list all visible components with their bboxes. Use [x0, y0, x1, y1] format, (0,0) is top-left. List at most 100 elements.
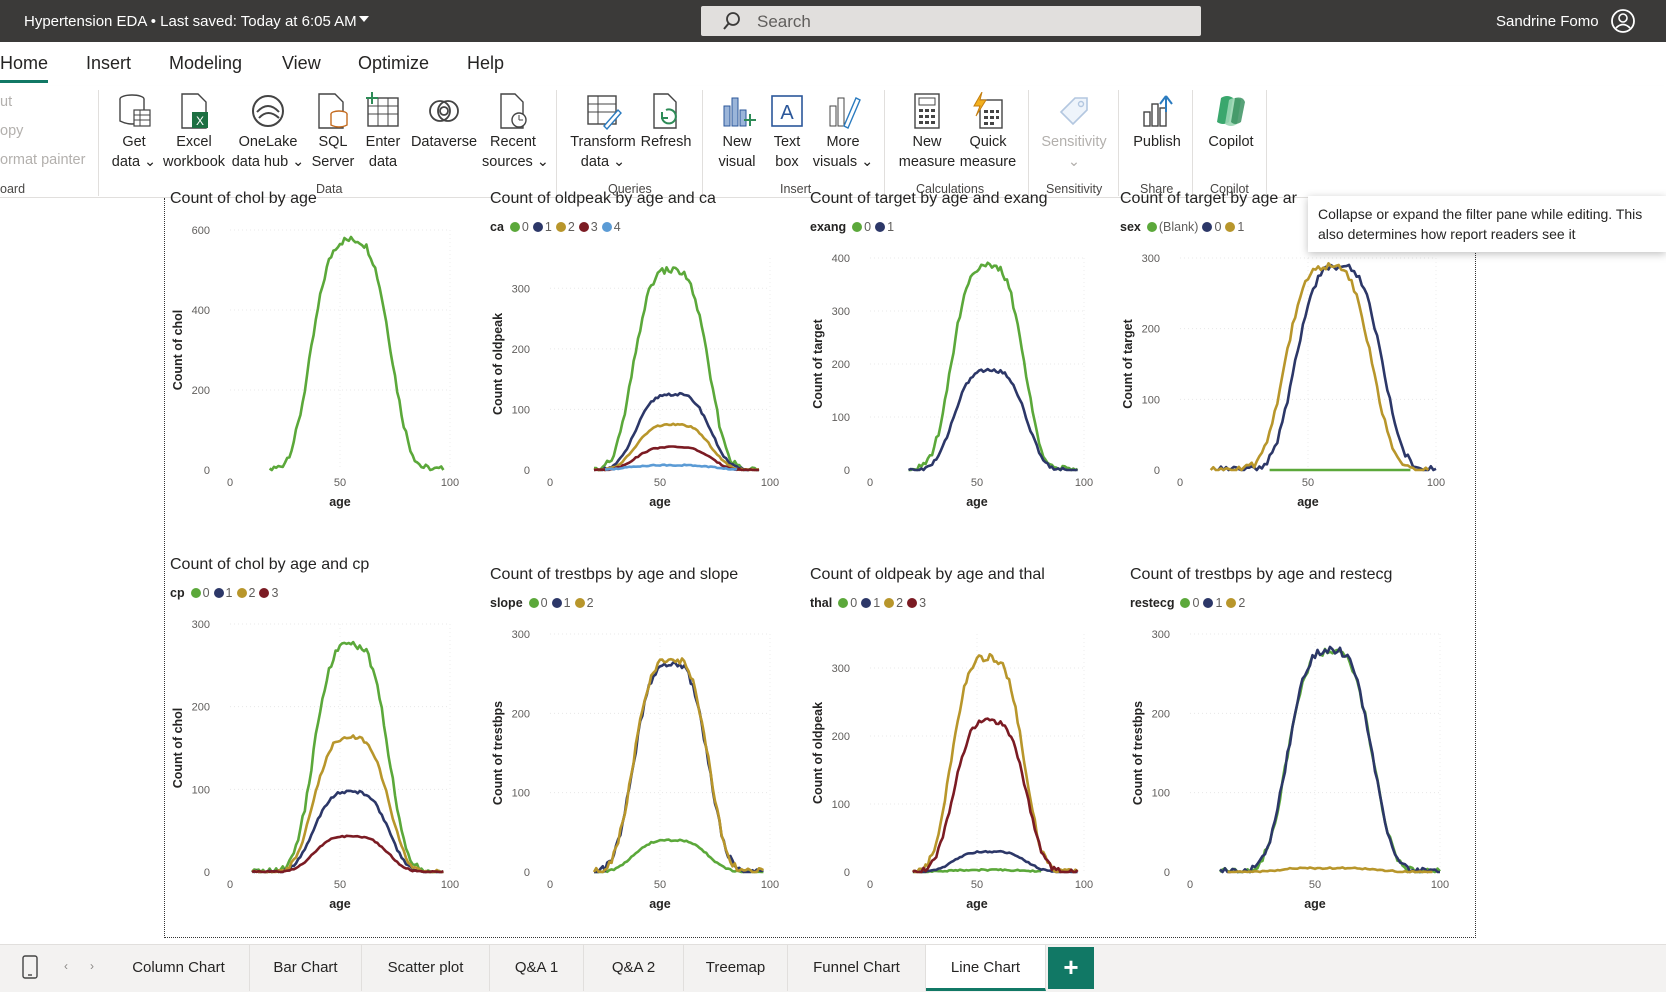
- refresh-button[interactable]: Refresh: [638, 86, 694, 152]
- line-chart[interactable]: Count of chol by age 0 200 400 600 0 50 100 age C…: [164, 190, 480, 520]
- legend-item[interactable]: 3: [259, 586, 278, 600]
- line-chart[interactable]: Count of oldpeak by age and thal thal 0 1 2 3…: [804, 566, 1114, 922]
- legend-item[interactable]: 1: [1203, 596, 1222, 610]
- mobile-layout-icon[interactable]: [22, 955, 38, 984]
- line-chart[interactable]: Count of trestbps by age and slope slope 0…: [484, 566, 800, 922]
- legend-item[interactable]: 0: [838, 596, 857, 610]
- onelake-data-hub-button[interactable]: OneLake data hub ⌄: [230, 86, 306, 172]
- add-page-button[interactable]: +: [1048, 947, 1094, 989]
- legend-label: 3: [919, 596, 927, 610]
- legend-item[interactable]: (Blank): [1146, 220, 1199, 234]
- legend-item[interactable]: 1: [875, 220, 894, 234]
- enter-data-button[interactable]: Enter data: [360, 86, 406, 172]
- legend-item[interactable]: 2: [574, 596, 594, 610]
- legend-item[interactable]: 0: [509, 220, 529, 234]
- y-tick-label: 100: [192, 784, 210, 796]
- legend-label: 0: [202, 586, 210, 600]
- transform-data-icon: [587, 95, 622, 130]
- legend-item[interactable]: 1: [551, 596, 571, 610]
- copy-button[interactable]: opy: [0, 123, 23, 139]
- page-tab-treemap[interactable]: Treemap: [684, 945, 788, 991]
- y-axis-label: Count of oldpeak: [811, 702, 825, 804]
- chevron-left-icon[interactable]: ‹: [64, 959, 68, 973]
- legend-item[interactable]: 2: [236, 586, 255, 600]
- legend-item[interactable]: 2: [1226, 596, 1245, 610]
- x-tick-label: 50: [334, 879, 346, 891]
- new-measure-button[interactable]: New measure: [896, 86, 958, 172]
- legend-item[interactable]: 1: [532, 220, 552, 234]
- y-tick-label: 0: [204, 867, 210, 879]
- sensitivity-button[interactable]: Sensitivity ⌄: [1034, 86, 1114, 172]
- legend-item[interactable]: 3: [578, 220, 598, 234]
- tab-insert[interactable]: Insert: [86, 53, 131, 74]
- legend-item[interactable]: 1: [1225, 220, 1244, 234]
- legend-item[interactable]: 2: [555, 220, 575, 234]
- dataverse-button[interactable]: Dataverse: [408, 86, 480, 152]
- recent-sources-icon: [500, 93, 527, 129]
- legend-item[interactable]: 0: [852, 220, 871, 234]
- page-tab-bar-chart[interactable]: Bar Chart: [250, 945, 362, 991]
- tab-help[interactable]: Help: [467, 53, 504, 74]
- sql-server-button[interactable]: SQL Server: [308, 86, 358, 172]
- legend-label: (Blank): [1158, 220, 1199, 234]
- text-box-button[interactable]: A Text box: [764, 86, 810, 172]
- copilot-button[interactable]: Copilot: [1200, 86, 1262, 152]
- legend-item[interactable]: 2: [884, 596, 903, 610]
- chart-title: Count of trestbps by age and restecg: [1130, 566, 1393, 583]
- tab-modeling[interactable]: Modeling: [169, 53, 242, 74]
- format-painter-button[interactable]: ormat painter: [0, 152, 85, 168]
- filter-pane-tooltip: Collapse or expand the filter pane while…: [1308, 196, 1666, 252]
- page-tab-column-chart[interactable]: Column Chart: [108, 945, 250, 991]
- quick-measure-button[interactable]: Quick measure: [956, 86, 1020, 172]
- y-tick-label: 0: [844, 465, 850, 477]
- tab-view[interactable]: View: [282, 53, 321, 74]
- recent-sources-button[interactable]: Recent sources ⌄: [482, 86, 549, 172]
- y-tick-label: 300: [1152, 629, 1170, 641]
- onelake-icon: [252, 95, 284, 127]
- series-line: [251, 640, 444, 874]
- x-tick-label: 50: [1302, 477, 1314, 489]
- file-title[interactable]: Hypertension EDA • Last saved: Today at …: [24, 13, 357, 30]
- tab-optimize[interactable]: Optimize: [358, 53, 429, 74]
- line-chart[interactable]: Count of target by age and exang exang 0 1 0…: [804, 190, 1114, 520]
- more-visuals-button[interactable]: More visuals ⌄: [812, 86, 874, 172]
- line-chart[interactable]: Count of chol by age and cp cp 0 1 2 3 0 100 200…: [164, 556, 480, 922]
- account-icon[interactable]: [1610, 8, 1636, 39]
- legend-marker: [861, 598, 872, 608]
- legend-label: 2: [567, 220, 575, 234]
- legend-item[interactable]: 0: [1180, 596, 1199, 610]
- chevron-right-icon[interactable]: ›: [90, 959, 94, 973]
- cut-button[interactable]: ut: [0, 94, 12, 110]
- line-chart[interactable]: Count of trestbps by age and restecg rest…: [1124, 566, 1470, 922]
- page-tab-funnel-chart[interactable]: Funnel Chart: [788, 945, 926, 991]
- legend-marker: [1203, 598, 1214, 608]
- page-tab-qa-2[interactable]: Q&A 2: [584, 945, 684, 991]
- legend-item[interactable]: 1: [213, 586, 233, 600]
- legend-item[interactable]: 1: [861, 596, 880, 610]
- get-data-button[interactable]: Get data ⌄: [110, 86, 158, 172]
- tab-home[interactable]: Home: [0, 53, 48, 74]
- chart-legend: thal 0 1 2 3: [810, 596, 930, 610]
- legend-item[interactable]: 4: [601, 220, 621, 234]
- publish-button[interactable]: Publish: [1128, 86, 1186, 152]
- ribbon: ut opy ormat painter oard Get data ⌄ X E…: [0, 86, 1666, 198]
- excel-workbook-button[interactable]: X Excel workbook: [160, 86, 228, 172]
- legend-label: 0: [850, 596, 858, 610]
- page-tab-scatter-plot[interactable]: Scatter plot: [362, 945, 490, 991]
- page-tab-line-chart[interactable]: Line Chart: [926, 945, 1046, 991]
- new-visual-button[interactable]: New visual: [712, 86, 762, 172]
- legend-item[interactable]: 0: [528, 596, 548, 610]
- chart-legend: exang 0 1: [810, 220, 898, 234]
- transform-data-button[interactable]: Transform data ⌄: [568, 86, 638, 172]
- page-tab-qa-1[interactable]: Q&A 1: [490, 945, 584, 991]
- y-tick-label: 300: [832, 663, 850, 675]
- legend-item[interactable]: 0: [1202, 220, 1221, 234]
- legend-title: thal: [810, 596, 833, 610]
- legend-item[interactable]: 0: [190, 586, 210, 600]
- title-dropdown-icon[interactable]: [359, 16, 369, 22]
- table-plus-icon: [366, 92, 399, 127]
- legend-item[interactable]: 3: [907, 596, 926, 610]
- line-chart[interactable]: Count of oldpeak by age and ca ca 0 1 2 3 4 0 10…: [484, 190, 800, 520]
- chart-plot: 0 200 400 600 0 50 100 age Count of chol: [171, 225, 459, 509]
- search-box[interactable]: Search: [701, 6, 1201, 36]
